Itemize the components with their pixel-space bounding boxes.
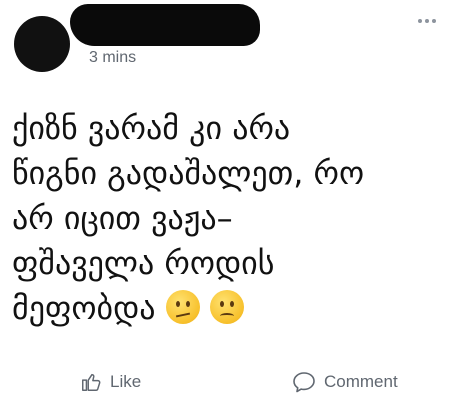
comment-button[interactable]: Comment [292,364,398,400]
avatar[interactable] [14,16,70,72]
frowning-face-icon [209,290,244,324]
more-options-icon[interactable] [418,16,440,26]
like-button[interactable]: Like [80,364,141,400]
confused-face-icon [165,290,200,324]
post-timestamp[interactable]: 3 mins [89,49,136,67]
post-text: ქიზნ ვარამ კი არა წიგნი გადაშალეთ, რო არ… [12,106,462,331]
comment-bubble-icon [293,372,315,393]
post-text-line-with-emoji: მეფობდა [12,286,462,331]
comment-label: Comment [324,372,398,391]
thumbs-up-icon [82,373,101,391]
like-label: Like [110,372,142,391]
facebook-post: 3 mins ქიზნ ვარამ კი არა წიგნი გადაშალეთ… [0,0,470,414]
post-text-line: ქიზნ ვარამ კი არა [12,109,291,147]
dot-icon [425,19,429,23]
post-actions-bar: Like Comment [0,364,470,404]
post-text-line: ფშაველა როდის [12,244,275,282]
dot-icon [418,19,422,23]
dot-icon [432,19,436,23]
post-text-line: წიგნი გადაშალეთ, რო [12,154,365,192]
post-text-line: მეფობდა [12,289,156,327]
post-text-line: არ იცით ვაჟა– [12,199,233,237]
redacted-author-name [70,4,260,46]
